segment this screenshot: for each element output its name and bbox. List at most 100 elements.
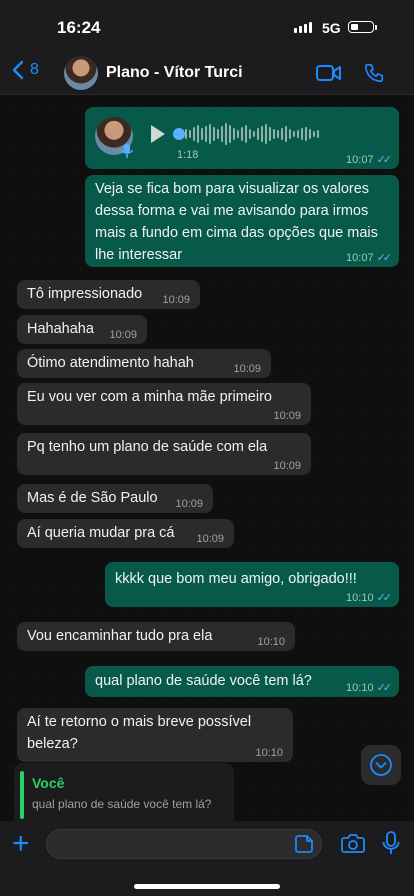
waveform-bar xyxy=(229,125,231,143)
message-time: 10:10 xyxy=(255,747,283,759)
message-text: Eu vou ver com a minha mãe primeiro xyxy=(27,389,272,405)
waveform-bar xyxy=(265,124,267,144)
video-camera-icon[interactable] xyxy=(316,64,342,82)
message-time: 10:09 xyxy=(273,460,301,472)
message-list[interactable]: 1:18 10:07 ✓✓ Veja se fica bom para visua… xyxy=(0,95,414,821)
message-text: Ótimo atendimento hahah xyxy=(27,355,194,371)
signal-icon xyxy=(294,22,312,33)
message-bubble[interactable]: Pq tenho um plano de saúde com ela 10:09 xyxy=(17,433,311,475)
reply-author: Você xyxy=(32,775,65,791)
message-bubble[interactable]: Veja se fica bom para visualizar os valo… xyxy=(85,175,399,267)
phone-screen: 16:24 5G 8 Plano - Vítor Turci 1:18 10:0… xyxy=(0,0,414,896)
waveform-bar xyxy=(221,126,223,142)
back-button[interactable]: 8 xyxy=(12,60,39,80)
plus-icon[interactable]: + xyxy=(12,829,30,859)
message-bubble[interactable]: Eu vou ver com a minha mãe primeiro 10:0… xyxy=(17,383,311,425)
message-input[interactable] xyxy=(46,829,322,859)
waveform-bar xyxy=(305,127,307,141)
waveform-bar xyxy=(233,128,235,140)
waveform-bar xyxy=(209,124,211,144)
waveform-bar xyxy=(273,129,275,139)
waveform-bar xyxy=(245,125,247,143)
message-text: Aí te retorno o mais breve possível bele… xyxy=(27,714,252,752)
read-tick-icon: ✓✓ xyxy=(376,154,393,166)
waveform-bar xyxy=(205,126,207,142)
reply-accent-bar xyxy=(20,771,24,819)
contact-avatar[interactable] xyxy=(64,56,98,90)
message-bubble[interactable]: Tô impressionado 10:09 xyxy=(17,280,200,309)
message-time: 10:10 xyxy=(257,636,285,648)
chevron-down-icon xyxy=(370,754,392,776)
message-bubble[interactable]: Aí queria mudar pra cá 10:09 xyxy=(17,519,234,548)
read-tick-icon: ✓✓ xyxy=(376,682,393,694)
message-text: Tô impressionado xyxy=(27,286,143,302)
waveform-bar xyxy=(257,128,259,140)
network-type: 5G xyxy=(322,20,341,36)
message-time: 10:10 ✓✓ xyxy=(346,592,393,604)
waveform-bar xyxy=(241,127,243,141)
message-bubble[interactable]: Aí te retorno o mais breve possível bele… xyxy=(17,708,293,762)
microphone-icon xyxy=(121,144,133,158)
playback-position-handle[interactable] xyxy=(173,128,185,140)
message-bubble[interactable]: Hahahaha 10:09 xyxy=(17,315,147,344)
contact-name[interactable]: Plano - Vítor Turci xyxy=(106,64,243,82)
message-text: Veja se fica bom para visualizar os valo… xyxy=(95,181,378,263)
waveform-bar xyxy=(317,130,319,138)
waveform-bar xyxy=(201,128,203,140)
audio-waveform[interactable] xyxy=(181,123,319,145)
scroll-to-bottom-button[interactable] xyxy=(361,745,401,785)
message-time: 10:07 ✓✓ xyxy=(346,154,393,166)
message-text: Aí queria mudar pra cá xyxy=(27,525,175,541)
reply-text: qual plano de saúde você tem lá? xyxy=(32,797,212,811)
message-bubble[interactable]: Mas é de São Paulo 10:09 xyxy=(17,484,213,513)
read-tick-icon: ✓✓ xyxy=(376,252,393,264)
waveform-bar xyxy=(309,129,311,139)
message-time: 10:09 xyxy=(109,329,137,341)
message-time: 10:09 xyxy=(273,410,301,422)
message-text: Mas é de São Paulo xyxy=(27,490,158,506)
play-icon[interactable] xyxy=(151,125,165,143)
waveform-bar xyxy=(281,128,283,140)
message-text: Pq tenho um plano de saúde com ela xyxy=(27,439,268,455)
camera-icon[interactable] xyxy=(341,833,365,853)
waveform-bar xyxy=(277,130,279,138)
read-tick-icon: ✓✓ xyxy=(376,592,393,604)
message-text: qual plano de saúde você tem lá? xyxy=(95,673,312,689)
message-text: kkkk que bom meu amigo, obrigado!!! xyxy=(115,571,357,587)
message-bubble[interactable]: Vou encaminhar tudo pra ela 10:10 xyxy=(17,622,295,651)
phone-icon[interactable] xyxy=(363,62,385,84)
home-indicator[interactable] xyxy=(134,884,280,889)
waveform-bar xyxy=(213,127,215,141)
waveform-bar xyxy=(293,131,295,137)
waveform-bar xyxy=(289,129,291,139)
waveform-bar xyxy=(285,126,287,142)
status-time: 16:24 xyxy=(57,18,101,37)
reply-preview[interactable]: Você qual plano de saúde você tem lá? xyxy=(14,763,234,821)
message-time: 10:10 ✓✓ xyxy=(346,682,393,694)
message-text: Hahahaha xyxy=(27,321,94,337)
chat-header: 8 Plano - Vítor Turci xyxy=(0,54,414,95)
waveform-bar xyxy=(185,129,187,139)
waveform-bar xyxy=(253,131,255,137)
sticker-icon[interactable] xyxy=(294,834,314,854)
waveform-bar xyxy=(261,126,263,142)
unread-count: 8 xyxy=(30,61,39,78)
message-time: 10:09 xyxy=(175,498,203,510)
message-time: 10:09 xyxy=(196,533,224,545)
waveform-bar xyxy=(269,127,271,141)
waveform-bar xyxy=(313,131,315,137)
waveform-bar xyxy=(217,129,219,139)
waveform-bar xyxy=(301,128,303,140)
message-bubble[interactable]: Ótimo atendimento hahah 10:09 xyxy=(17,349,271,378)
waveform-bar xyxy=(297,130,299,138)
message-time: 10:09 xyxy=(162,294,190,306)
message-text: Vou encaminhar tudo pra ela xyxy=(27,628,213,644)
microphone-icon[interactable] xyxy=(382,831,400,855)
waveform-bar xyxy=(189,130,191,138)
battery-icon xyxy=(348,21,374,33)
voice-message-bubble[interactable]: 1:18 10:07 ✓✓ xyxy=(85,107,399,169)
message-bubble[interactable]: kkkk que bom meu amigo, obrigado!!! 10:1… xyxy=(105,562,399,607)
waveform-bar xyxy=(197,125,199,143)
battery-tip xyxy=(375,25,377,30)
message-bubble[interactable]: qual plano de saúde você tem lá? 10:10 ✓✓ xyxy=(85,666,399,697)
